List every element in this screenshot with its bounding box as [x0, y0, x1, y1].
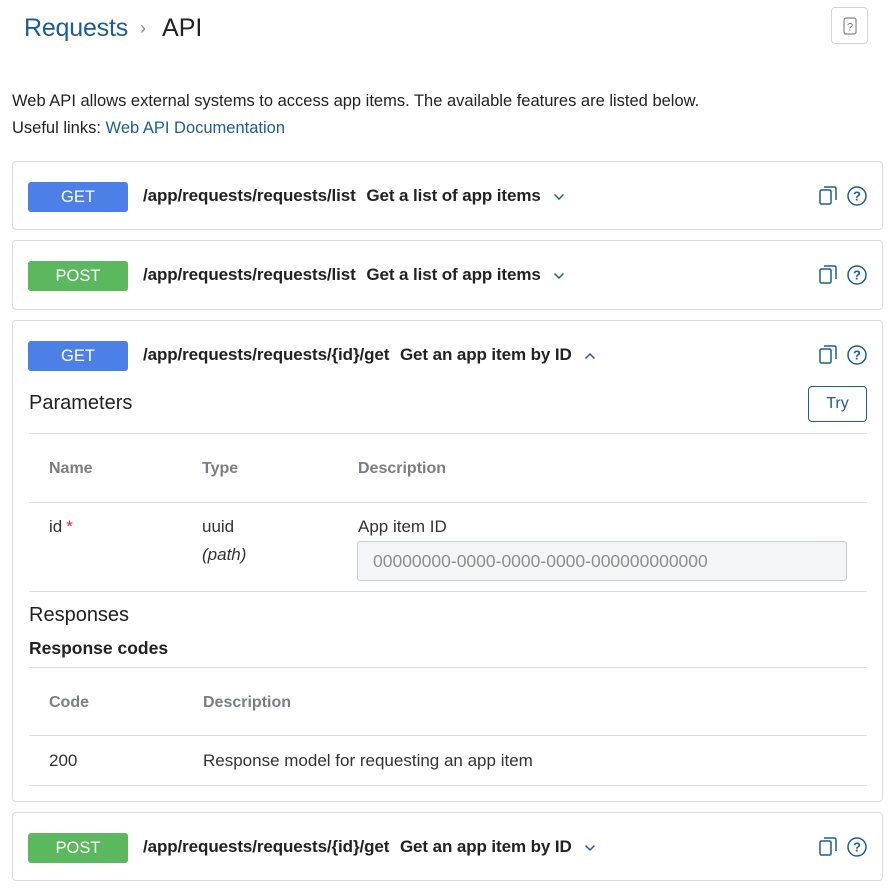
divider [29, 667, 867, 668]
chevron-down-icon[interactable] [553, 272, 565, 280]
parameters-title: Parameters [29, 392, 133, 414]
svg-text:?: ? [853, 840, 861, 855]
endpoint-header[interactable]: GET /app/requests/requests/{id}/get Get … [13, 321, 882, 389]
divider [29, 502, 867, 503]
param-name-text: id [49, 517, 63, 536]
help-circle-icon[interactable]: ? [847, 265, 867, 285]
copy-icon[interactable] [819, 186, 837, 206]
divider [29, 735, 867, 736]
required-mark: * [66, 517, 73, 536]
param-header-name: Name [49, 460, 93, 477]
endpoint-description: Get an app item by ID [399, 345, 572, 364]
try-button[interactable]: Try [808, 386, 867, 422]
endpoint-path-line: /app/requests/requests/list Get a list o… [143, 265, 565, 285]
endpoint-description: Get a list of app items [366, 265, 541, 284]
svg-text:?: ? [846, 21, 852, 33]
help-circle-icon[interactable]: ? [847, 837, 867, 857]
endpoint-path: /app/requests/requests/{id}/get [143, 345, 390, 364]
endpoint-actions: ? [819, 837, 867, 857]
endpoint-header[interactable]: GET /app/requests/requests/list Get a li… [13, 162, 882, 230]
intro-text: Web API allows external systems to acces… [12, 88, 699, 142]
svg-text:?: ? [853, 189, 861, 204]
svg-text:?: ? [853, 268, 861, 283]
web-api-documentation-link[interactable]: Web API Documentation [106, 119, 285, 137]
id-input[interactable] [357, 541, 847, 581]
chevron-down-icon[interactable] [553, 193, 565, 201]
endpoint-header[interactable]: POST /app/requests/requests/list Get a l… [13, 241, 882, 309]
endpoint-description: Get an app item by ID [399, 837, 572, 856]
endpoint-actions: ? [819, 186, 867, 206]
breadcrumb-separator: › [140, 17, 147, 38]
useful-links: Useful links: Web API Documentation [12, 115, 699, 142]
method-badge: POST [28, 261, 128, 291]
endpoint-path-line: /app/requests/requests/{id}/get Get an a… [143, 345, 596, 365]
endpoint-path-line: /app/requests/requests/list Get a list o… [143, 186, 565, 206]
endpoint-card: GET /app/requests/requests/list Get a li… [12, 161, 883, 230]
intro-line: Web API allows external systems to acces… [12, 92, 700, 110]
endpoint-header[interactable]: POST /app/requests/requests/{id}/get Get… [13, 813, 882, 881]
endpoint-path: /app/requests/requests/list [143, 265, 356, 284]
copy-icon[interactable] [819, 265, 837, 285]
copy-icon[interactable] [819, 345, 837, 365]
svg-text:?: ? [853, 348, 861, 363]
param-type: uuid [202, 517, 235, 536]
breadcrumb-requests-link[interactable]: Requests [24, 14, 128, 43]
response-codes-title: Response codes [29, 638, 169, 658]
method-badge: POST [28, 833, 128, 863]
endpoint-card: POST /app/requests/requests/{id}/get Get… [12, 812, 883, 881]
response-header-code: Code [49, 694, 89, 711]
response-description: Response model for requesting an app ite… [203, 751, 533, 770]
response-code: 200 [49, 751, 78, 770]
param-header-type: Type [202, 460, 239, 477]
param-name: id * [49, 517, 73, 537]
help-circle-icon[interactable]: ? [847, 345, 867, 365]
breadcrumb: Requests › API [24, 10, 202, 46]
divider [29, 785, 867, 786]
endpoint-path: /app/requests/requests/{id}/get [143, 837, 390, 856]
divider [29, 433, 867, 434]
useful-links-label: Useful links: [12, 119, 101, 137]
endpoint-path: /app/requests/requests/list [143, 186, 356, 205]
help-button[interactable]: ? [831, 7, 868, 44]
divider [29, 591, 867, 592]
endpoint-card: POST /app/requests/requests/list Get a l… [12, 240, 883, 310]
endpoint-card-expanded: GET /app/requests/requests/{id}/get Get … [12, 320, 883, 802]
method-badge: GET [28, 182, 128, 212]
endpoint-description: Get a list of app items [366, 186, 541, 205]
endpoint-path-line: /app/requests/requests/{id}/get Get an a… [143, 837, 596, 857]
responses-title: Responses [29, 604, 130, 626]
param-header-description: Description [358, 460, 447, 477]
help-circle-icon[interactable]: ? [847, 186, 867, 206]
chevron-down-icon[interactable] [584, 844, 596, 852]
page-title: API [162, 13, 203, 42]
response-header-description: Description [203, 694, 292, 711]
help-question-icon: ? [842, 16, 857, 35]
copy-icon[interactable] [819, 837, 837, 857]
param-description: App item ID [358, 517, 447, 536]
endpoint-actions: ? [819, 265, 867, 285]
chevron-up-icon[interactable] [584, 352, 596, 360]
endpoint-actions: ? [819, 345, 867, 365]
param-location: (path) [202, 545, 247, 564]
method-badge: GET [28, 341, 128, 371]
